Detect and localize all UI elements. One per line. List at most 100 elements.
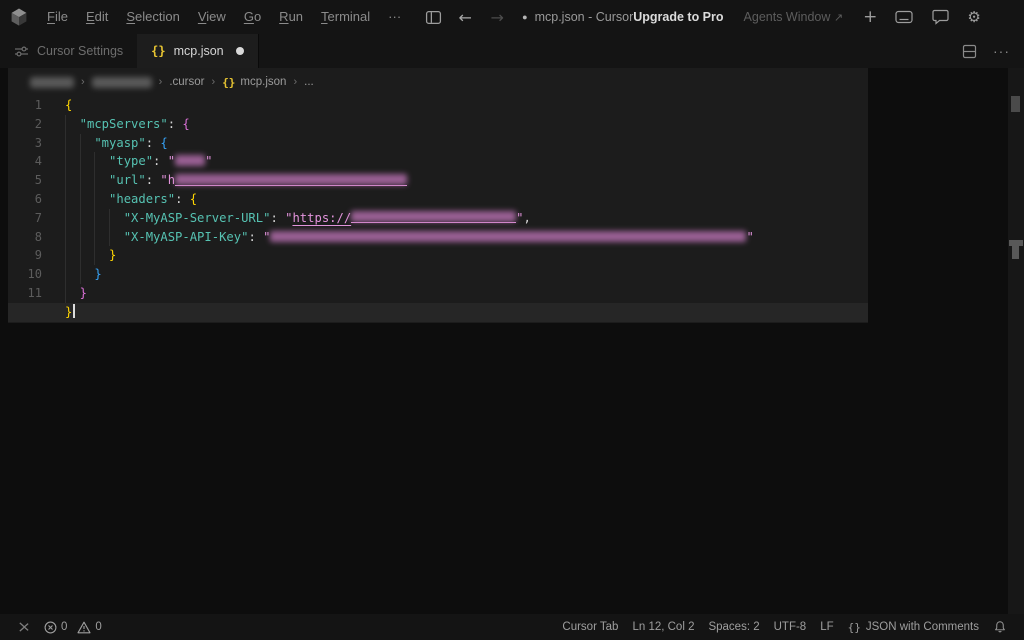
token-b3: } bbox=[94, 267, 101, 281]
breadcrumb-item[interactable]: .cursor bbox=[169, 76, 204, 88]
chat-icon[interactable] bbox=[931, 8, 949, 26]
token-key: "X-MyASP-API-Key" bbox=[124, 230, 249, 244]
breadcrumb[interactable]: ››.cursor›{}mcp.json›... bbox=[8, 68, 868, 96]
token-b2: { bbox=[182, 117, 189, 131]
code-line-3[interactable]: "myasp": { bbox=[8, 134, 868, 153]
redacted-value bbox=[351, 211, 516, 223]
agents-window-link[interactable]: Agents Window ↗ bbox=[744, 10, 844, 24]
problems-indicator[interactable]: 0 0 bbox=[37, 616, 115, 638]
code-line-10[interactable]: } bbox=[8, 265, 868, 284]
status-cursor-tab[interactable]: Cursor Tab bbox=[555, 616, 625, 638]
token-b3: { bbox=[160, 136, 167, 150]
text-cursor bbox=[73, 304, 75, 318]
json-braces-icon: {} bbox=[151, 44, 165, 58]
indent-guide bbox=[109, 209, 110, 247]
error-icon bbox=[44, 621, 57, 634]
token-key: "headers" bbox=[109, 192, 175, 206]
token-pun: : bbox=[175, 192, 190, 206]
status-line-col[interactable]: Ln 12, Col 2 bbox=[625, 616, 701, 638]
menu-file[interactable]: File bbox=[38, 4, 77, 30]
breadcrumb-item[interactable]: ... bbox=[304, 76, 314, 88]
token-pun: : bbox=[248, 230, 263, 244]
status-language-mode[interactable]: {}JSON with Comments bbox=[841, 616, 986, 638]
indent-guide bbox=[65, 115, 66, 303]
status-bar-right: Cursor TabLn 12, Col 2Spaces: 2UTF-8LF{}… bbox=[555, 616, 1014, 638]
redacted-value bbox=[175, 174, 407, 186]
token-b1: { bbox=[65, 98, 72, 112]
json-braces-icon: {} bbox=[222, 76, 235, 89]
token-b1: } bbox=[65, 305, 72, 319]
scrollbar-thumb[interactable] bbox=[1011, 96, 1020, 112]
split-editor-icon[interactable] bbox=[962, 44, 977, 59]
breadcrumb-redacted[interactable] bbox=[92, 77, 152, 88]
token-key: "type" bbox=[109, 154, 153, 168]
status-eol[interactable]: LF bbox=[813, 616, 840, 638]
menu-terminal[interactable]: Terminal bbox=[312, 4, 379, 30]
token-str: "h bbox=[160, 173, 175, 187]
menu-run[interactable]: Run bbox=[270, 4, 312, 30]
token-b1: { bbox=[190, 192, 197, 206]
error-count: 0 bbox=[61, 621, 67, 633]
code-line-1[interactable]: { bbox=[8, 96, 868, 115]
menu-edit[interactable]: Edit bbox=[77, 4, 117, 30]
code-line-6[interactable]: "headers": { bbox=[8, 190, 868, 209]
token-pun: : bbox=[270, 211, 285, 225]
token-str: " bbox=[516, 211, 523, 225]
status-bar: 0 0 Cursor TabLn 12, Col 2Spaces: 2UTF-8… bbox=[0, 614, 1024, 640]
token-pun: : bbox=[146, 136, 161, 150]
breadcrumb-separator: › bbox=[159, 76, 163, 88]
gear-icon[interactable]: ⚙ bbox=[967, 10, 980, 25]
token-str: " bbox=[168, 154, 175, 168]
code-line-11[interactable]: } bbox=[8, 284, 868, 303]
new-tab-icon[interactable]: + bbox=[863, 9, 877, 26]
unsaved-indicator[interactable] bbox=[236, 47, 244, 55]
forward-arrow-icon[interactable]: → bbox=[488, 8, 506, 26]
settings-sliders-icon bbox=[14, 45, 29, 58]
token-pun: : bbox=[153, 154, 168, 168]
code-line-9[interactable]: } bbox=[8, 246, 868, 265]
status-indentation[interactable]: Spaces: 2 bbox=[701, 616, 766, 638]
json-braces-icon: {} bbox=[848, 621, 861, 634]
overview-ruler-mark-stem bbox=[1012, 246, 1019, 259]
token-key: "url" bbox=[109, 173, 146, 187]
code-lines: {"mcpServers": {"myasp": {"type": """url… bbox=[8, 96, 868, 322]
token-str: " bbox=[205, 154, 212, 168]
code-line-7[interactable]: "X-MyASP-Server-URL": "https://", bbox=[8, 209, 868, 228]
window-title: ● mcp.json - Cursor bbox=[522, 10, 633, 24]
customize-layout-icon[interactable] bbox=[424, 8, 442, 26]
back-arrow-icon[interactable]: ← bbox=[456, 8, 474, 26]
menu-view[interactable]: View bbox=[189, 4, 235, 30]
upgrade-to-pro-button[interactable]: Upgrade to Pro bbox=[633, 10, 723, 24]
redacted-value bbox=[270, 231, 746, 242]
code-line-8[interactable]: "X-MyASP-API-Key": "" bbox=[8, 228, 868, 247]
tab-cursor-settings[interactable]: Cursor Settings bbox=[0, 34, 137, 68]
code-line-4[interactable]: "type": " " bbox=[8, 152, 868, 171]
warning-count: 0 bbox=[95, 621, 101, 633]
token-pun: : bbox=[146, 173, 161, 187]
code-line-2[interactable]: "mcpServers": { bbox=[8, 115, 868, 134]
code-line-12[interactable]: } bbox=[8, 303, 868, 322]
more-actions-icon[interactable]: ··· bbox=[993, 43, 1010, 59]
token-b2: } bbox=[80, 286, 87, 300]
token-link: https:// bbox=[292, 211, 351, 225]
token-b1: } bbox=[109, 248, 116, 262]
code-area[interactable]: 123456789101112 {"mcpServers": {"myasp":… bbox=[8, 96, 868, 322]
breadcrumb-separator: › bbox=[212, 76, 216, 88]
panel-icon[interactable] bbox=[895, 8, 913, 26]
tab-mcp-json[interactable]: {} mcp.json bbox=[137, 34, 258, 68]
remote-icon[interactable] bbox=[10, 616, 37, 638]
code-line-5[interactable]: "url": "h bbox=[8, 171, 868, 190]
warning-icon bbox=[77, 621, 91, 634]
token-pun: : bbox=[168, 117, 183, 131]
indent-guide bbox=[94, 152, 95, 265]
menu-go[interactable]: Go bbox=[235, 4, 270, 30]
menu-selection[interactable]: Selection bbox=[117, 4, 188, 30]
status-encoding[interactable]: UTF-8 bbox=[767, 616, 814, 638]
token-key: "X-MyASP-Server-URL" bbox=[124, 211, 271, 225]
breadcrumb-item-file[interactable]: {}mcp.json bbox=[222, 76, 286, 89]
breadcrumb-separator: › bbox=[293, 76, 297, 88]
menu-more[interactable]: ··· bbox=[379, 4, 410, 30]
scrollbar-track[interactable] bbox=[1008, 68, 1024, 614]
breadcrumb-redacted[interactable] bbox=[30, 77, 74, 88]
bell-icon[interactable] bbox=[986, 616, 1014, 638]
